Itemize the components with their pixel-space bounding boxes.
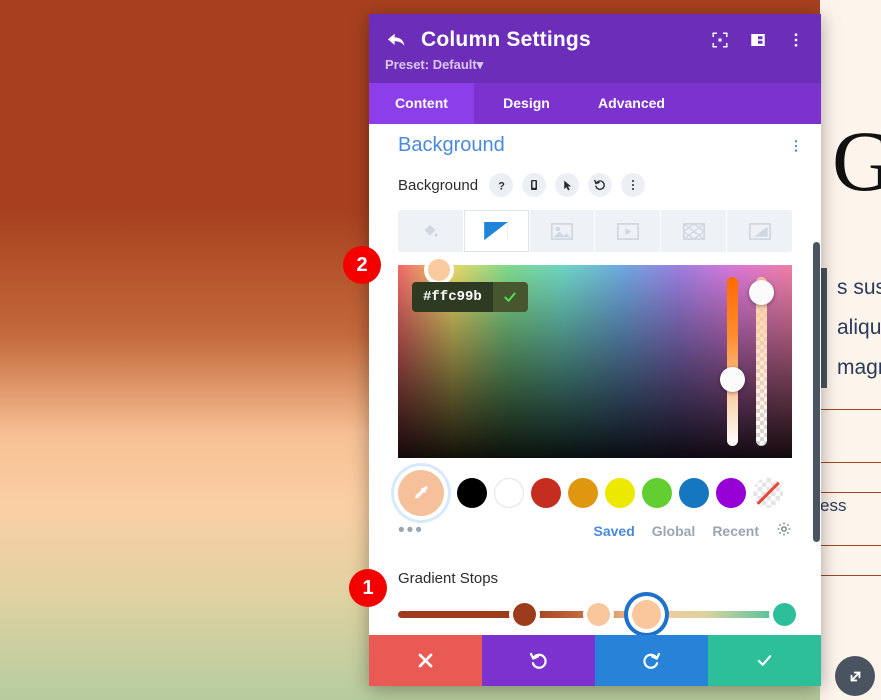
undo-icon — [529, 652, 547, 669]
background-type-tabs — [398, 210, 792, 252]
gradient-stop-percent: 63% — [633, 634, 659, 635]
undo-button[interactable] — [482, 635, 595, 686]
back-arrow-icon[interactable] — [385, 29, 407, 51]
section-title-background: Background — [398, 134, 505, 156]
kebab-menu-icon[interactable] — [787, 31, 805, 49]
preset-caret: ▾ — [476, 57, 484, 72]
help-icon[interactable]: ? — [489, 173, 514, 197]
background-color-tab[interactable] — [398, 210, 464, 252]
modal-tabs: Content Design Advanced — [369, 83, 821, 124]
eyedropper-icon — [414, 485, 428, 498]
page-divider — [820, 492, 881, 493]
resize-handle[interactable] — [835, 656, 875, 696]
cancel-button[interactable] — [369, 635, 482, 686]
hue-slider-knob[interactable] — [720, 366, 745, 392]
blockquote-line: s susc — [837, 276, 881, 299]
swatch-black[interactable] — [457, 478, 487, 508]
swatch-yellow[interactable] — [605, 478, 635, 508]
swatch-white[interactable] — [494, 478, 524, 508]
svg-text:?: ? — [498, 180, 505, 192]
eyedropper-swatch[interactable] — [398, 470, 444, 516]
page-content: G s susc aliqu magn ess — [820, 0, 881, 700]
swatch-blue[interactable] — [679, 478, 709, 508]
tab-advanced[interactable]: Advanced — [579, 83, 684, 124]
page-text: ess — [820, 496, 847, 515]
reset-icon[interactable] — [588, 173, 613, 197]
hover-pointer-icon[interactable] — [555, 173, 580, 197]
alpha-slider[interactable] — [749, 277, 774, 446]
page-drop-cap: G — [832, 113, 881, 209]
swatch-orange[interactable] — [568, 478, 598, 508]
annotation-badge-1: 1 — [349, 569, 387, 607]
modal-scrollbar[interactable] — [812, 124, 821, 635]
page-divider — [820, 575, 881, 576]
background-pattern-tab[interactable] — [661, 210, 728, 252]
palette-tab-global[interactable]: Global — [652, 523, 696, 539]
page-divider — [820, 462, 881, 463]
modal-header: Column Settings Preset: Default▾ — [369, 14, 821, 83]
color-picker-area: #ffc99b — [398, 255, 792, 458]
checkmark-icon — [757, 655, 772, 666]
gradient-stop-3[interactable] — [631, 600, 661, 629]
modal-title: Column Settings — [421, 28, 591, 51]
swatch-meta-row: ••• Saved Global Recent — [369, 516, 821, 542]
section-options-icon[interactable] — [789, 138, 803, 159]
page-divider — [820, 409, 881, 410]
split-view-icon[interactable] — [749, 31, 767, 49]
swatch-purple[interactable] — [716, 478, 746, 508]
palette-tab-recent[interactable]: Recent — [712, 523, 759, 539]
preset-selector[interactable]: Preset: Default▾ — [385, 57, 805, 73]
background-mask-tab[interactable] — [727, 210, 792, 252]
hex-confirm-button[interactable] — [492, 282, 528, 312]
blockquote-line: magn — [837, 356, 881, 379]
color-picker-cursor[interactable] — [424, 255, 454, 285]
checkmark-icon — [504, 292, 516, 302]
gradient-stop-1[interactable] — [512, 603, 536, 626]
tab-content[interactable]: Content — [369, 83, 474, 124]
page-divider — [820, 545, 881, 546]
modal-header-actions — [711, 31, 805, 49]
background-field-label: Background — [398, 176, 479, 194]
scrollbar-thumb[interactable] — [813, 242, 820, 542]
modal-body: Background Background ? #ffc99b ••• Save… — [369, 124, 821, 635]
page-root: G s susc aliqu magn ess 2 1 Column — [0, 0, 881, 700]
gradient-stops-title: Gradient Stops — [398, 570, 499, 587]
background-gradient-tab[interactable] — [463, 210, 530, 252]
fullscreen-icon[interactable] — [711, 31, 729, 49]
preset-label: Preset: Default — [385, 57, 477, 72]
background-video-tab[interactable] — [595, 210, 662, 252]
color-swatch-row — [369, 458, 821, 516]
swatch-red[interactable] — [531, 478, 561, 508]
annotation-badge-2: 2 — [343, 246, 381, 284]
tab-design[interactable]: Design — [474, 83, 579, 124]
gradient-stop-2[interactable] — [587, 603, 611, 626]
background-image-tab[interactable] — [530, 210, 596, 252]
gradient-stops-control: 63% — [398, 600, 796, 635]
swatch-transparent[interactable] — [753, 478, 783, 508]
hex-input[interactable]: #ffc99b — [412, 282, 493, 312]
redo-button[interactable] — [595, 635, 708, 686]
resize-diagonal-icon — [850, 671, 860, 681]
more-swatches-button[interactable]: ••• — [398, 520, 424, 542]
blockquote-line: aliqu — [837, 316, 881, 339]
page-blockquote: s susc aliqu magn — [820, 268, 881, 388]
swatch-green[interactable] — [642, 478, 672, 508]
responsive-icon[interactable] — [522, 173, 547, 197]
gear-icon[interactable] — [776, 521, 792, 542]
column-settings-modal: Column Settings Preset: Default▾ Content… — [369, 14, 821, 686]
modal-footer — [369, 635, 821, 686]
close-icon — [418, 653, 433, 668]
save-button[interactable] — [708, 635, 821, 686]
palette-tab-saved[interactable]: Saved — [594, 523, 635, 539]
redo-icon — [643, 652, 661, 669]
hex-input-chip: #ffc99b — [412, 282, 528, 312]
gradient-stop-4[interactable] — [772, 603, 796, 626]
kebab-menu-icon[interactable] — [621, 173, 646, 197]
background-field-row: Background ? — [369, 159, 821, 197]
hue-slider[interactable] — [720, 277, 745, 446]
